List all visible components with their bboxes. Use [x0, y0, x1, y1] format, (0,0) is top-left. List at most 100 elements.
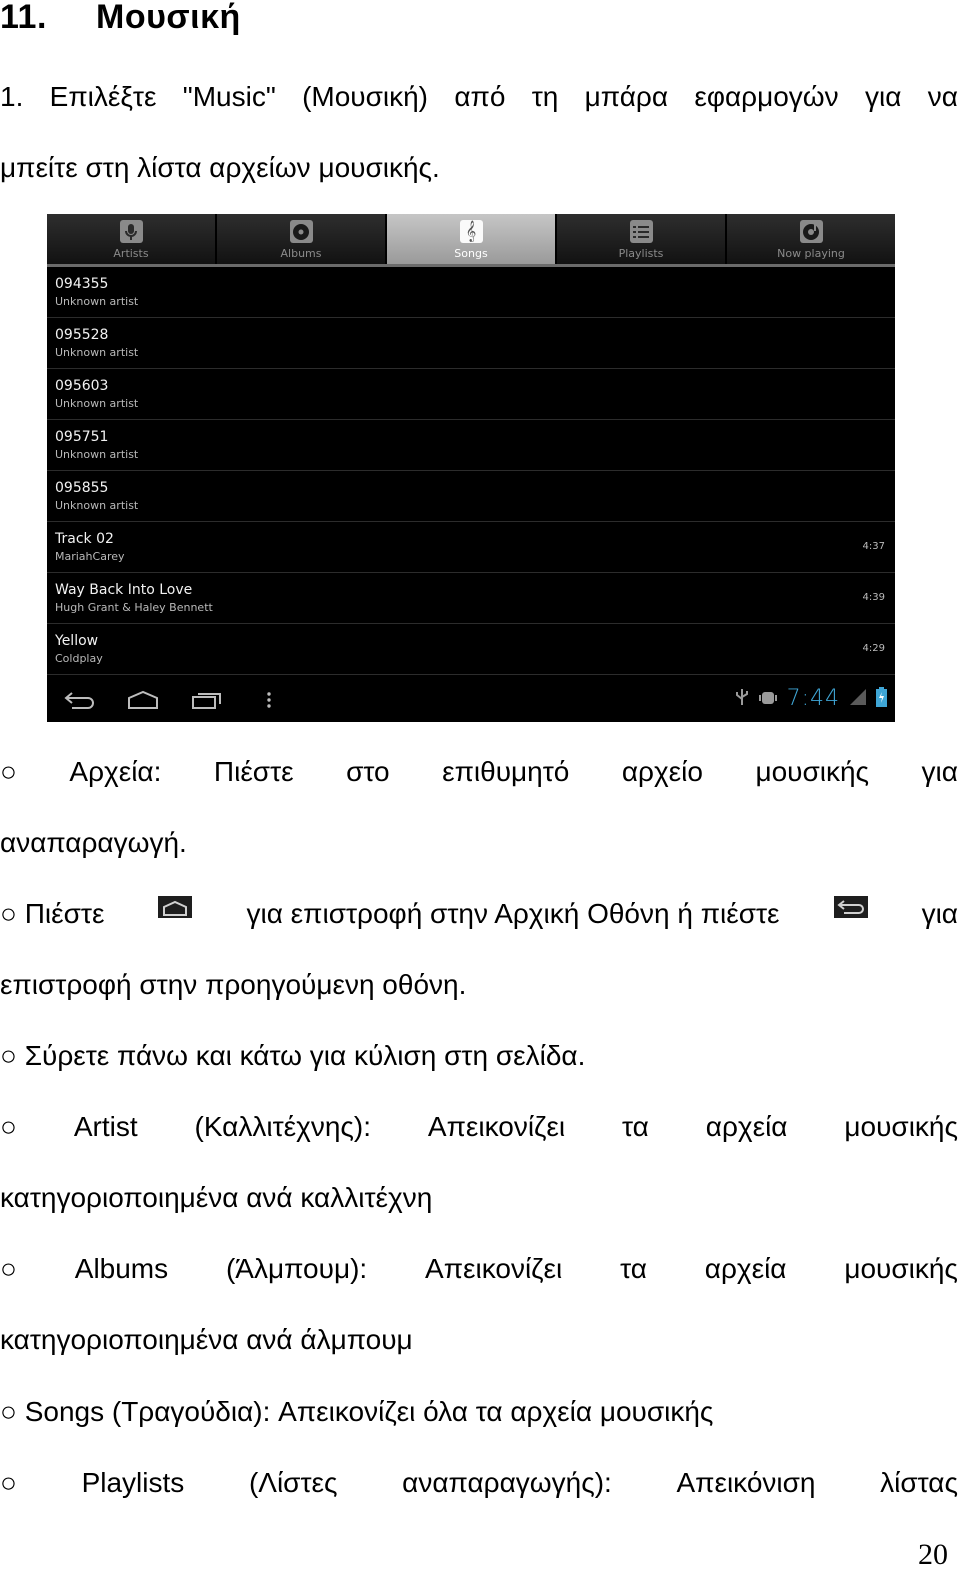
press-bullet-line-2: επιστροφή στην προηγούμενη οθόνη. — [0, 969, 467, 1000]
album-disc-icon — [289, 220, 313, 243]
text: για επιστροφή στην Αρχική Οθόνη ή πιέστε — [246, 898, 780, 929]
song-artist: Unknown artist — [55, 346, 139, 359]
page-number: 20 — [918, 1538, 948, 1571]
status-clock: 7:44 — [786, 686, 840, 711]
word: τα — [622, 1111, 649, 1142]
word: για — [921, 756, 958, 787]
word: Απεικόνιση — [676, 1467, 816, 1498]
tab-label: Songs — [454, 247, 488, 260]
artist-bullet-line-1: ○ Artist (Καλλιτέχνης): Απεικονίζει τα α… — [0, 1112, 958, 1142]
android-debug-icon — [758, 687, 777, 711]
word: Playlists — [81, 1467, 185, 1498]
word: εφαρμογών — [694, 81, 839, 112]
tab-playlists[interactable]: Playlists — [557, 214, 727, 264]
section-title: Μουσική — [96, 0, 241, 36]
microphone-icon — [119, 220, 143, 243]
tab-songs[interactable]: 𝄞 Songs — [387, 214, 557, 264]
word: αρχεία — [705, 1111, 788, 1142]
song-row[interactable]: Yellow Coldplay 4:29 — [47, 624, 895, 675]
word: Αρχεία: — [69, 756, 162, 787]
press-bullet-line-1: ○ Πιέστε για επιστροφή στην Αρχική Οθόνη… — [0, 896, 958, 929]
tab-artists[interactable]: Artists — [47, 214, 217, 264]
song-duration: 4:37 — [862, 541, 885, 552]
word: (Άλμπουμ): — [225, 1253, 368, 1284]
word: λίστας — [880, 1467, 958, 1498]
usb-icon — [735, 687, 749, 711]
song-row[interactable]: 094355 Unknown artist — [47, 267, 895, 318]
song-title: Yellow — [55, 633, 99, 649]
status-area: 7:44 — [735, 686, 887, 711]
bullet-marker: ○ — [0, 756, 17, 787]
word: τα — [620, 1253, 647, 1284]
tab-albums[interactable]: Albums — [217, 214, 387, 264]
word: Πιέστε — [213, 756, 294, 787]
music-app-screenshot: Artists Albums 𝄞 Songs Playlists Now pla… — [47, 214, 895, 722]
tab-now-playing[interactable]: Now playing — [727, 214, 895, 264]
system-nav-bar: 7:44 — [47, 680, 895, 722]
playlists-bullet-line-1: ○ Playlists (Λίστες αναπαραγωγής): Απεικ… — [0, 1468, 958, 1498]
word: 1. — [0, 81, 24, 112]
home-icon — [158, 896, 193, 918]
song-artist: Coldplay — [55, 652, 103, 665]
word: αρχεία — [704, 1253, 787, 1284]
word: μουσικής — [844, 1253, 958, 1284]
files-bullet-line-1: ○ Αρχεία: Πιέστε στο επιθυμητό αρχείο μο… — [0, 757, 958, 787]
back-icon[interactable] — [63, 690, 95, 714]
song-list[interactable]: 094355 Unknown artist 095528 Unknown artis… — [47, 267, 895, 675]
home-icon[interactable] — [127, 690, 159, 714]
albums-bullet-line-1: ○ Albums (Άλμπουμ): Απεικονίζει τα αρχεί… — [0, 1254, 958, 1284]
bullet-marker: ○ — [0, 1253, 17, 1284]
files-bullet-line-2: αναπαραγωγή. — [0, 827, 187, 858]
bullet-marker: ○ — [0, 1467, 17, 1498]
song-row[interactable]: Way Back Into Love Hugh Grant & Haley Ben… — [47, 573, 895, 624]
song-row[interactable]: Track 02 MariahCarey 4:37 — [47, 522, 895, 573]
song-artist: MariahCarey — [55, 550, 125, 563]
song-title: Track 02 — [55, 531, 114, 547]
bullet-marker: ○ — [0, 1111, 17, 1142]
song-title: 094355 — [55, 276, 109, 292]
artist-bullet-line-2: κατηγοριοποιημένα ανά καλλιτέχνη — [0, 1182, 433, 1213]
song-title: 095528 — [55, 327, 109, 343]
text: ○ Πιέστε — [0, 898, 105, 929]
music-tab-bar: Artists Albums 𝄞 Songs Playlists Now pla… — [47, 214, 895, 267]
word: για — [864, 81, 902, 112]
song-artist: Unknown artist — [55, 499, 139, 512]
menu-icon[interactable] — [265, 690, 273, 714]
song-title: 095603 — [55, 378, 109, 394]
song-row[interactable]: 095751 Unknown artist — [47, 420, 895, 471]
song-title: Way Back Into Love — [55, 582, 193, 598]
songs-bullet: ○ Songs (Τραγούδια): Απεικονίζει όλα τα … — [0, 1396, 714, 1427]
word: Albums — [74, 1253, 169, 1284]
song-title: 095855 — [55, 480, 109, 496]
song-duration: 4:29 — [862, 643, 885, 654]
song-artist: Hugh Grant & Haley Bennett — [55, 601, 213, 614]
word: (Καλλιτέχνης): — [194, 1111, 371, 1142]
tab-label: Albums — [280, 247, 322, 260]
recent-apps-icon[interactable] — [191, 690, 223, 714]
song-artist: Unknown artist — [55, 397, 139, 410]
word: "Music" — [182, 81, 276, 112]
tab-label: Playlists — [618, 247, 664, 260]
back-icon — [833, 896, 868, 918]
word: (Λίστες — [248, 1467, 338, 1498]
word: από — [454, 81, 506, 112]
song-duration: 4:39 — [862, 592, 885, 603]
song-artist: Unknown artist — [55, 448, 139, 461]
word: να — [927, 81, 958, 112]
word: μουσικής — [844, 1111, 958, 1142]
word: Artist — [73, 1111, 138, 1142]
section-heading: 11. Μουσική — [0, 0, 241, 37]
battery-charging-icon — [876, 686, 887, 711]
scroll-bullet: ○ Σύρετε πάνω και κάτω για κύλιση στη σε… — [0, 1040, 586, 1071]
now-playing-icon — [799, 220, 823, 243]
intro-line-1: 1. Επιλέξτε "Music" (Μουσική) από τη μπά… — [0, 82, 958, 112]
song-title: 095751 — [55, 429, 109, 445]
text: για — [921, 898, 958, 929]
tab-label: Artists — [113, 247, 149, 260]
song-row[interactable]: 095528 Unknown artist — [47, 318, 895, 369]
song-row[interactable]: 095855 Unknown artist — [47, 471, 895, 522]
word: επιθυμητό — [442, 756, 570, 787]
word: Απεικονίζει — [425, 1253, 563, 1284]
song-row[interactable]: 095603 Unknown artist — [47, 369, 895, 420]
playlist-icon — [629, 220, 653, 243]
